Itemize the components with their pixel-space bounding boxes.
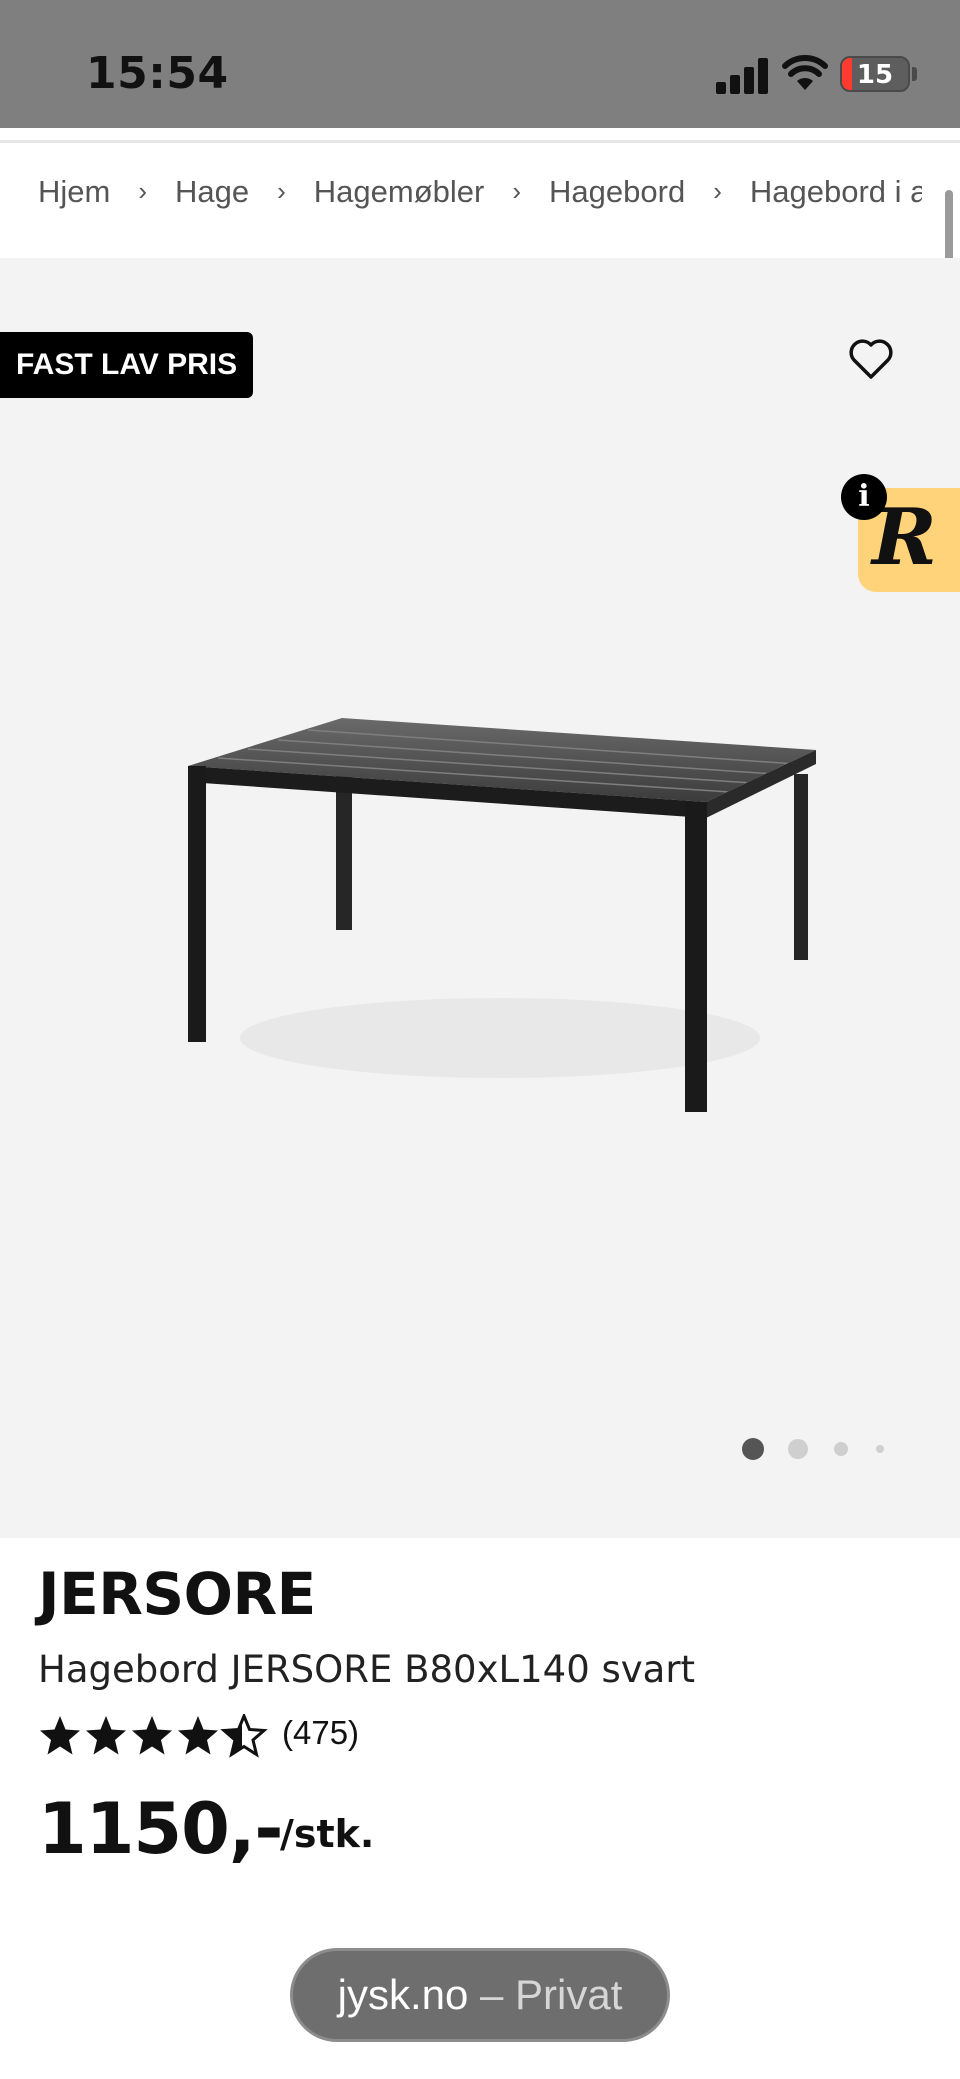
price-badge: FAST LAV PRIS — [0, 332, 254, 398]
cellular-signal-icon — [716, 58, 768, 94]
product-brand: JERSORE — [38, 1560, 316, 1628]
carousel-dot[interactable] — [834, 1442, 848, 1456]
carousel-dot[interactable] — [788, 1439, 808, 1459]
private-mode-label: – Privat — [468, 1971, 623, 2018]
price-unit: /stk. — [280, 1812, 375, 1856]
product-image[interactable] — [140, 678, 840, 1138]
breadcrumb-item-hagemobler[interactable]: Hagemøbler — [314, 174, 485, 210]
product-name: Hagebord JERSORE B80xL140 svart — [38, 1648, 696, 1691]
breadcrumb-item-current[interactable]: Hagebord i ar — [750, 174, 922, 210]
browser-address-bar[interactable]: jysk.no – Privat — [290, 1948, 670, 2042]
product-gallery[interactable]: FAST LAV PRIS R i — [0, 258, 960, 1538]
wifi-icon — [782, 55, 828, 90]
rating-stars-icon — [40, 1714, 266, 1756]
breadcrumb-separator: › — [512, 176, 522, 207]
battery-tip — [912, 67, 917, 81]
header-divider — [0, 140, 960, 143]
carousel-dot-active[interactable] — [742, 1438, 764, 1460]
heart-outline-icon[interactable] — [846, 334, 896, 384]
product-price: 1150,- — [38, 1788, 283, 1870]
url-domain: jysk.no — [337, 1971, 469, 2018]
breadcrumb-separator: › — [713, 176, 722, 207]
breadcrumb-item-hage[interactable]: Hage — [175, 174, 249, 210]
breadcrumb-item-hagebord[interactable]: Hagebord — [549, 174, 685, 210]
breadcrumb-separator: › — [138, 176, 148, 207]
carousel-dot[interactable] — [876, 1445, 884, 1453]
review-count[interactable]: (475) — [282, 1714, 359, 1752]
battery-level: 15 — [856, 60, 894, 90]
battery-icon: 15 — [840, 56, 910, 92]
status-bar: 15:54 15 — [0, 0, 960, 128]
breadcrumb-separator: › — [277, 176, 286, 207]
breadcrumb-item-hjem[interactable]: Hjem — [38, 174, 110, 210]
info-icon[interactable]: i — [841, 474, 887, 520]
status-time: 15:54 — [86, 48, 229, 99]
breadcrumb: Hjem › Hage › Hagemøbler › Hagebord › Hagebord i… — [38, 172, 922, 232]
